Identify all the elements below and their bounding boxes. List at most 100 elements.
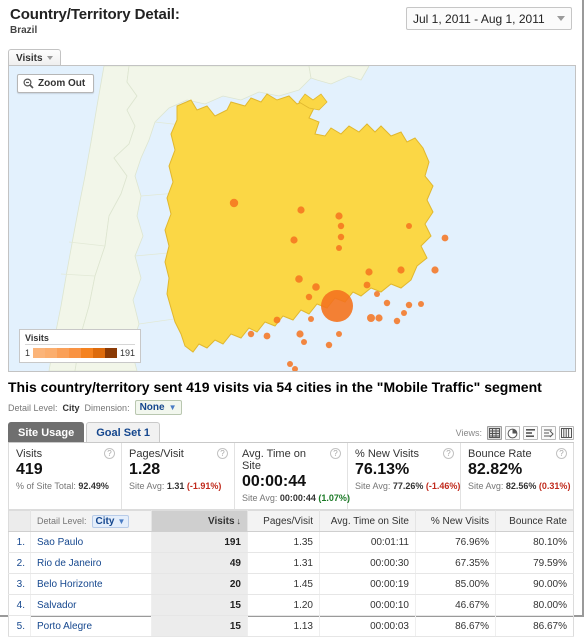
summary-section: This country/territory sent 419 visits v… (0, 372, 582, 415)
metric-avg-time-delta: (1.07%) (318, 493, 350, 503)
row-new-visits: 67.35% (415, 552, 496, 574)
dimension-label: Dimension: (84, 402, 130, 413)
row-bounce-rate: 80.10% (495, 531, 574, 553)
help-icon[interactable]: ? (330, 448, 341, 459)
row-new-visits: 76.96% (415, 531, 496, 553)
report-panel: Site Usage Goal Set 1 Views: Visits ? 41… (8, 422, 574, 637)
metric-bounce-rate-value: 82.82% (468, 461, 523, 478)
metric-bounce-rate: Bounce Rate ? 82.82% Site Avg: 82.56% (0… (461, 443, 573, 509)
metric-avg-time-sub-value: 00:00:44 (279, 493, 316, 503)
row-bounce-rate: 80.00% (495, 594, 574, 616)
row-city: Porto Alegre (30, 615, 152, 637)
metric-avg-time-on-site: Avg. Time on Site ? 00:00:44 Site Avg: 0… (235, 443, 350, 509)
map-canvas[interactable]: Zoom Out Visits 1 191 (8, 65, 576, 372)
comparison-view-icon[interactable] (541, 426, 556, 440)
pie-chart-view-icon[interactable] (505, 426, 520, 440)
help-icon[interactable]: ? (443, 448, 454, 459)
help-icon[interactable]: ? (104, 448, 115, 459)
legend-max-value: 191 (120, 348, 136, 358)
map-metric-selector[interactable]: Visits (8, 49, 61, 66)
table-header-index (8, 510, 31, 532)
table-detail-level-label: Detail Level: (37, 516, 87, 526)
zoom-out-button[interactable]: Zoom Out (17, 74, 95, 93)
city-link[interactable]: Belo Horizonte (37, 579, 103, 590)
metric-visits-label: Visits (16, 448, 43, 460)
row-bounce-rate: 79.59% (495, 552, 574, 574)
table-header-visits[interactable]: Visits ↓ (151, 510, 248, 532)
metric-bounce-rate-delta: (0.31%) (538, 481, 571, 491)
row-avg-time: 00:00:03 (319, 615, 416, 637)
metric-pages-visit: Pages/Visit ? 1.28 Site Avg: 1.31 (-1.91… (122, 443, 235, 509)
row-pages-visit: 1.45 (247, 573, 320, 595)
row-city: Belo Horizonte (30, 573, 152, 595)
row-avg-time: 00:01:11 (319, 531, 416, 553)
row-index: 4. (8, 594, 31, 616)
row-pages-visit: 1.31 (247, 552, 320, 574)
table-header-new-visits[interactable]: % New Visits (415, 510, 496, 532)
help-icon[interactable]: ? (217, 448, 228, 459)
metric-pages-visit-sub-label: Site Avg: (129, 481, 165, 491)
dimension-select[interactable]: None ▼ (134, 400, 182, 415)
tab-site-usage[interactable]: Site Usage (8, 422, 85, 442)
table-row: 5. Porto Alegre 15 1.13 00:00:03 86.67% … (8, 615, 574, 637)
row-avg-time: 00:00:19 (319, 573, 416, 595)
table-header-pages-visit[interactable]: Pages/Visit (247, 510, 320, 532)
city-link[interactable]: Sao Paulo (37, 537, 83, 548)
table-detail-level-select[interactable]: City ▼ (91, 514, 130, 528)
row-city: Rio de Janeiro (30, 552, 152, 574)
metric-visits: Visits ? 419 % of Site Total: 92.49% (9, 443, 122, 509)
metric-visits-sub-label: % of Site Total: (16, 481, 76, 491)
table-header-bounce-rate[interactable]: Bounce Rate (495, 510, 574, 532)
legend-title: Visits (25, 333, 136, 345)
row-new-visits: 85.00% (415, 573, 496, 595)
metric-visits-value: 419 (16, 461, 43, 478)
map-graphic (9, 66, 575, 371)
bar-chart-view-icon[interactable] (523, 426, 538, 440)
chevron-updown-icon: ▼ (168, 402, 177, 412)
metric-bounce-rate-sub-value: 82.56% (505, 481, 537, 491)
date-range-picker[interactable]: Jul 1, 2011 - Aug 1, 2011 (406, 7, 572, 30)
row-visits: 20 (151, 573, 248, 595)
views-toolbar: Views: (456, 426, 574, 440)
legend-gradient (33, 348, 118, 358)
row-bounce-rate: 90.00% (495, 573, 574, 595)
city-link[interactable]: Porto Alegre (37, 621, 92, 632)
metric-new-visits-delta: (-1.46%) (425, 481, 461, 491)
row-visits: 191 (151, 531, 248, 553)
panel-tabstrip: Site Usage Goal Set 1 Views: (8, 422, 574, 443)
detail-level-label: Detail Level: (8, 402, 58, 413)
metric-avg-time-sub-label: Site Avg: (242, 493, 278, 503)
zoom-out-label: Zoom Out (38, 78, 86, 89)
row-visits: 49 (151, 552, 248, 574)
row-city: Salvador (30, 594, 152, 616)
table-row: 2. Rio de Janeiro 49 1.31 00:00:30 67.35… (8, 552, 574, 574)
dimension-value: None (139, 402, 165, 413)
row-pages-visit: 1.13 (247, 615, 320, 637)
row-index: 3. (8, 573, 31, 595)
help-icon[interactable]: ? (556, 448, 567, 459)
chevron-down-icon (557, 16, 565, 21)
city-link[interactable]: Rio de Janeiro (37, 558, 101, 569)
views-label: Views: (455, 428, 482, 438)
tab-goal-set-1[interactable]: Goal Set 1 (86, 422, 161, 442)
table-detail-level-value: City (95, 515, 115, 527)
detail-level-value: City (62, 402, 80, 413)
table-header-avg-time[interactable]: Avg. Time on Site (319, 510, 416, 532)
city-link[interactable]: Salvador (37, 600, 76, 611)
metric-pages-visit-label: Pages/Visit (129, 448, 184, 460)
map-metric-label: Visits (16, 52, 43, 64)
pivot-view-icon[interactable] (559, 426, 574, 440)
table-row: 4. Salvador 15 1.20 00:00:10 46.67% 80.0… (8, 594, 574, 616)
metric-summary-strip: Visits ? 419 % of Site Total: 92.49% Pag… (8, 443, 574, 510)
metric-bounce-rate-label: Bounce Rate (468, 448, 532, 460)
sort-desc-icon: ↓ (236, 515, 242, 526)
row-index: 1. (8, 531, 31, 553)
metric-avg-time-value: 00:00:44 (242, 473, 307, 490)
table-header-visits-label: Visits (208, 515, 235, 527)
analytics-page: Country/Territory Detail: Brazil Jul 1, … (0, 0, 584, 637)
row-index: 2. (8, 552, 31, 574)
table-view-icon[interactable] (487, 426, 502, 440)
row-city: Sao Paulo (30, 531, 152, 553)
row-visits: 15 (151, 615, 248, 637)
row-avg-time: 00:00:30 (319, 552, 416, 574)
